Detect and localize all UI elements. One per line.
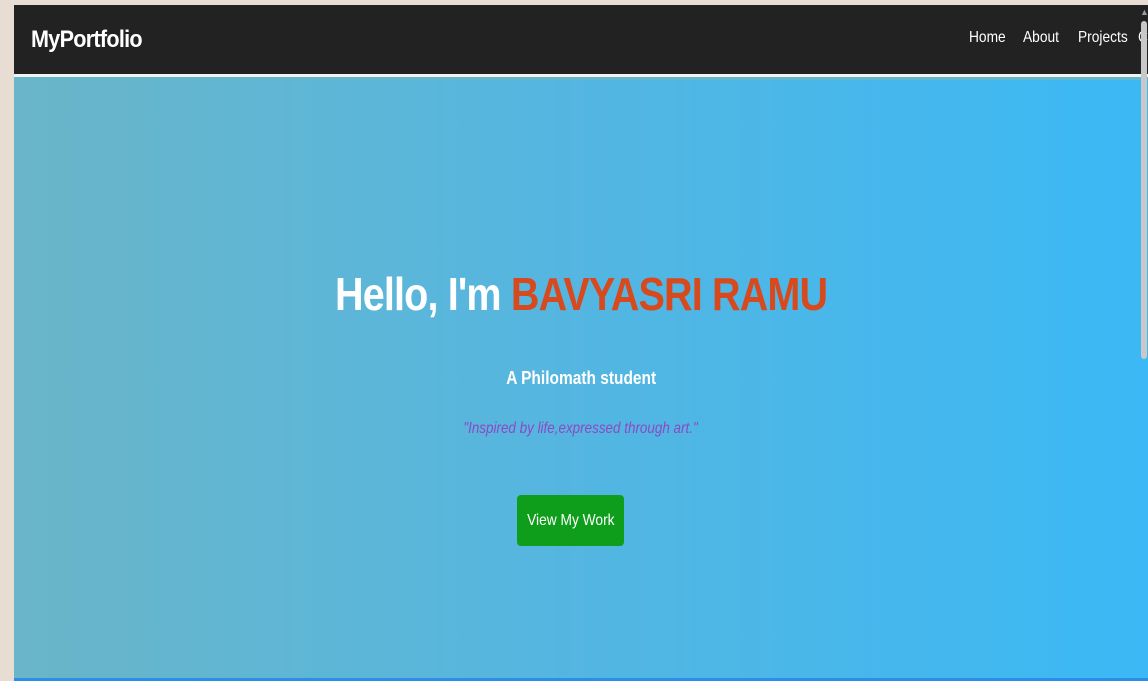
hero-section: Hello, I'm BAVYASRI RAMU A Philomath stu…: [14, 80, 1148, 681]
hero-greeting: Hello, I'm: [334, 268, 511, 320]
hero-subtitle: A Philomath student: [14, 368, 1148, 389]
hero-title: Hello, I'm BAVYASRI RAMU: [14, 267, 1148, 321]
scroll-up-icon[interactable]: ▲: [1140, 7, 1148, 17]
navbar: MyPortfolio Home About Projects Co: [14, 5, 1148, 77]
nav-link-home[interactable]: Home: [969, 29, 1006, 47]
brand-logo[interactable]: MyPortfolio: [31, 26, 143, 54]
nav-links: Home About Projects Co: [969, 29, 1148, 47]
browser-viewport: MyPortfolio Home About Projects Co Hello…: [14, 5, 1148, 681]
view-my-work-label: View My Work: [526, 511, 615, 529]
view-my-work-button[interactable]: View My Work: [517, 495, 624, 546]
vertical-scrollbar[interactable]: ▲: [1140, 5, 1148, 681]
hero-quote: "Inspired by life,expressed through art.…: [14, 420, 1148, 438]
nav-link-about[interactable]: About: [1023, 29, 1059, 47]
hero-quote-text: "Inspired by life,expressed through art.…: [463, 420, 699, 437]
hero-name: BAVYASRI RAMU: [510, 268, 828, 320]
hero-subtitle-text: A Philomath student: [506, 368, 656, 388]
scrollbar-thumb[interactable]: [1141, 21, 1147, 359]
nav-link-projects[interactable]: Projects: [1078, 29, 1128, 47]
